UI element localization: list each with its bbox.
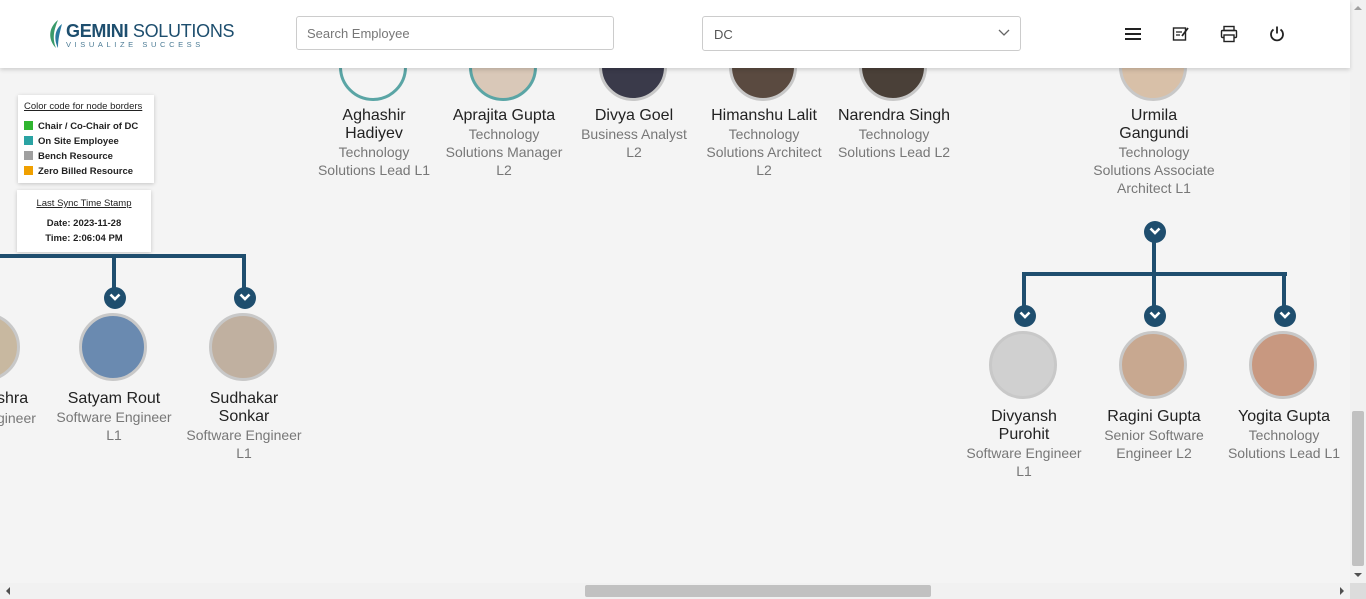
connector-line — [1022, 272, 1026, 308]
employee-name: Ragini Gupta — [1107, 408, 1201, 425]
employee-title: Software Engineer L1 — [966, 445, 1082, 479]
employee-name: Urmila Gangundi — [1119, 107, 1189, 142]
legend-label: Chair / Co-Chair of DC — [38, 121, 139, 132]
scrollbar-corner — [1350, 583, 1366, 599]
leaf-icon — [50, 20, 62, 48]
legend-title: Color code for node borders — [24, 101, 143, 112]
connector-line — [112, 254, 116, 290]
connector-line — [242, 254, 246, 290]
scroll-left-icon[interactable] — [0, 583, 16, 599]
scroll-right-icon[interactable] — [1334, 583, 1350, 599]
employee-name: Divya Goel — [594, 107, 674, 124]
employee-name: shra — [0, 390, 29, 407]
logo-tagline: VISUALIZE SUCCESS — [66, 40, 204, 49]
logo-text: GEMINI SOLUTIONS — [66, 21, 235, 41]
chevron-down-icon — [109, 293, 121, 301]
employee-title: Technology Solutions Manager L2 — [445, 126, 563, 178]
chevron-down-icon — [1019, 311, 1031, 319]
chevron-down-icon — [1149, 311, 1161, 319]
employee-node[interactable]: Ragini Gupta Senior Software Engineer L2 — [1089, 408, 1219, 462]
employee-title: Technology Solutions Associate Architect… — [1093, 144, 1215, 196]
expand-toggle[interactable] — [1144, 221, 1166, 243]
sync-title: Last Sync Time Stamp — [36, 198, 132, 209]
employee-name: Divyansh Purohit — [991, 408, 1057, 443]
expand-toggle[interactable] — [234, 287, 256, 309]
vertical-scrollbar[interactable] — [1350, 0, 1366, 583]
employee-node[interactable]: Himanshu Lalit Technology Solutions Arch… — [699, 107, 829, 179]
avatar[interactable] — [1249, 331, 1317, 399]
connector-line — [1152, 272, 1156, 308]
chevron-down-icon — [1279, 311, 1291, 319]
avatar[interactable] — [0, 313, 20, 381]
avatar[interactable] — [989, 331, 1057, 399]
chevron-down-icon — [239, 293, 251, 301]
employee-node[interactable]: Divya Goel Business Analyst L2 — [569, 107, 699, 161]
vertical-scroll-thumb[interactable] — [1352, 411, 1364, 566]
employee-name: Aghashir Hadiyev — [342, 107, 406, 142]
employee-name: Himanshu Lalit — [711, 107, 817, 124]
employee-title: Senior Software Engineer L2 — [1104, 427, 1204, 461]
employee-title: Technology Solutions Lead L1 — [1227, 427, 1341, 461]
employee-title: Technology Solutions Lead L2 — [837, 126, 951, 160]
expand-toggle[interactable] — [1014, 305, 1036, 327]
employee-title: Software Engineer L1 — [56, 409, 172, 443]
color-legend: Color code for node borders Chair / Co-C… — [18, 95, 154, 183]
scroll-down-icon[interactable] — [1350, 567, 1366, 583]
color-swatch — [24, 121, 33, 130]
power-icon[interactable] — [1268, 25, 1286, 43]
color-swatch — [24, 136, 33, 145]
employee-name: Yogita Gupta — [1238, 408, 1330, 425]
employee-node[interactable]: Satyam Rout Software Engineer L1 — [49, 390, 179, 444]
sync-timestamp-panel: Last Sync Time Stamp Date: 2023-11-28 Ti… — [17, 190, 151, 252]
sync-time: Time: 2:06:04 PM — [45, 233, 123, 244]
avatar[interactable] — [1119, 331, 1187, 399]
employee-title: Software Engineer L1 — [186, 427, 302, 461]
horizontal-scroll-thumb[interactable] — [585, 585, 931, 597]
chevron-down-icon — [1149, 227, 1161, 235]
search-employee-input[interactable] — [296, 16, 614, 50]
chevron-down-icon — [998, 29, 1010, 36]
connector-line — [1152, 242, 1156, 275]
edit-note-icon[interactable] — [1172, 25, 1190, 43]
employee-node[interactable]: Urmila Gangundi Technology Solutions Ass… — [1089, 107, 1219, 197]
employee-name: Satyam Rout — [67, 390, 161, 407]
menu-icon[interactable] — [1124, 25, 1142, 43]
employee-node[interactable]: Divyansh Purohit Software Engineer L1 — [959, 408, 1089, 480]
employee-name: Sudhakar Sonkar — [209, 390, 279, 425]
employee-title: Technology Solutions Lead L1 — [317, 144, 431, 178]
sync-date: Date: 2023-11-28 — [46, 218, 122, 229]
legend-label: On Site Employee — [38, 136, 119, 147]
legend-item: Bench Resource — [24, 151, 113, 162]
legend-item: Chair / Co-Chair of DC — [24, 121, 138, 132]
avatar[interactable] — [79, 313, 147, 381]
employee-node[interactable]: Yogita Gupta Technology Solutions Lead L… — [1219, 408, 1349, 462]
legend-item: Zero Billed Resource — [24, 166, 133, 177]
avatar[interactable] — [209, 313, 277, 381]
expand-toggle[interactable] — [104, 287, 126, 309]
dc-select-value: DC — [714, 27, 733, 42]
connector-line — [1282, 272, 1286, 308]
employee-node[interactable]: Aghashir Hadiyev Technology Solutions Le… — [309, 107, 439, 179]
employee-node[interactable]: Narendra Singh Technology Solutions Lead… — [829, 107, 959, 161]
dc-select[interactable]: DC — [702, 16, 1021, 51]
employee-name: Aprajita Gupta — [452, 107, 556, 124]
legend-item: On Site Employee — [24, 136, 119, 147]
expand-toggle[interactable] — [1274, 305, 1296, 327]
top-header: GEMINI SOLUTIONS VISUALIZE SUCCESS DC — [0, 0, 1350, 68]
horizontal-scrollbar[interactable] — [0, 583, 1350, 599]
employee-node[interactable]: Aprajita Gupta Technology Solutions Mana… — [439, 107, 569, 179]
employee-node[interactable]: Sudhakar Sonkar Software Engineer L1 — [179, 390, 309, 462]
legend-label: Zero Billed Resource — [38, 166, 134, 177]
print-icon[interactable] — [1220, 25, 1238, 43]
employee-title: Technology Solutions Architect L2 — [706, 126, 822, 178]
connector-line — [0, 254, 246, 258]
color-swatch — [24, 166, 33, 175]
legend-label: Bench Resource — [38, 151, 113, 162]
employee-title: Business Analyst L2 — [581, 126, 687, 160]
gemini-logo[interactable]: GEMINI SOLUTIONS VISUALIZE SUCCESS — [46, 16, 235, 52]
employee-name: Narendra Singh — [837, 107, 951, 124]
expand-toggle[interactable] — [1144, 305, 1166, 327]
color-swatch — [24, 151, 33, 160]
scroll-up-icon[interactable] — [1350, 0, 1366, 16]
